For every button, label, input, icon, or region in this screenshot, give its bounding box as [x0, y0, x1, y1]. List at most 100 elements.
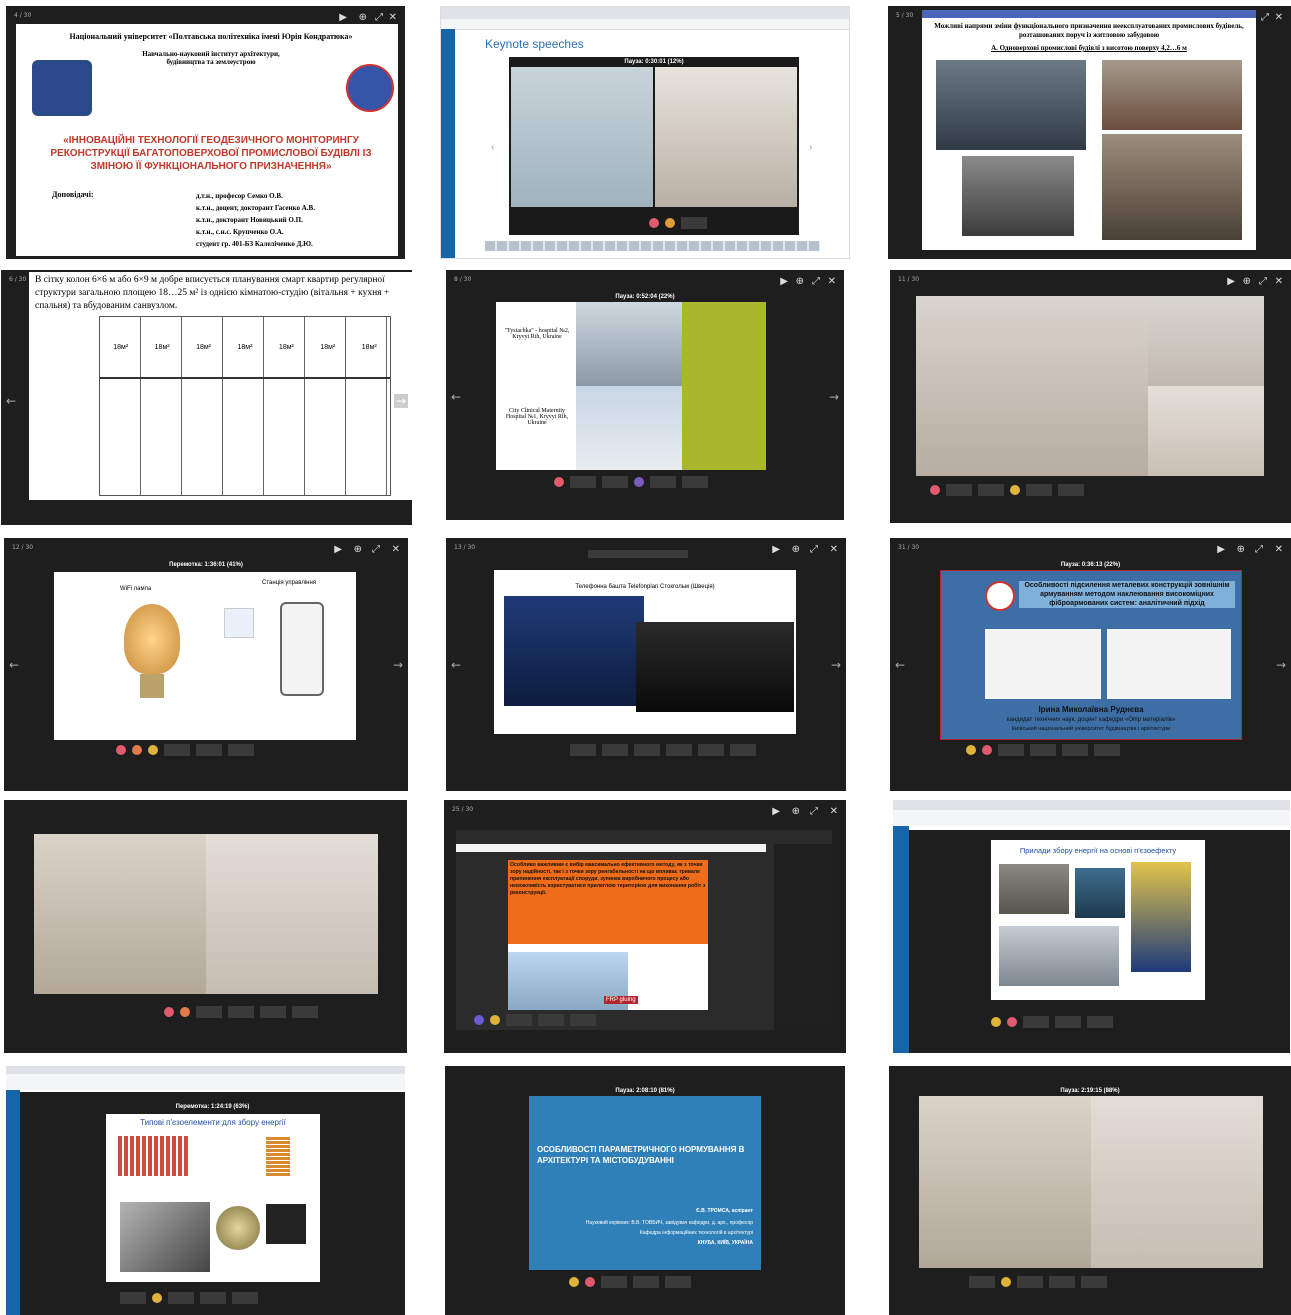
zoom-icon[interactable]: ⊕: [796, 276, 804, 287]
bulb-base: [140, 674, 164, 698]
smart-lamp-slide: WiFi лампа Станція управління: [54, 572, 356, 740]
participant-thumb: [633, 1276, 659, 1288]
carousel-next-icon[interactable]: ›: [809, 142, 812, 153]
coin-cell-photo: [216, 1206, 260, 1250]
notification-bar: [588, 550, 688, 558]
next-slide-icon[interactable]: →: [829, 390, 839, 404]
speaker-name: Ірина Миколаївна Руднєва: [1038, 705, 1144, 714]
play-icon[interactable]: ▶: [334, 544, 342, 555]
screenshot-tile-2: Keynote speeches Пауза: 0:30:01 (12%) ‹ …: [440, 6, 850, 259]
zoom-icon[interactable]: ⊕: [359, 12, 367, 23]
thumbnail-strip: [485, 241, 820, 251]
participant-video-right: [1091, 1096, 1263, 1268]
slide-counter: 5 / 30: [896, 12, 914, 19]
screenshot-tile-9: 31 / 30 ▶ ⊕ ⤢ ✕ Пауза: 0:36:13 (22%) Осо…: [890, 538, 1291, 791]
bridge-slide: Особливо важливим є вибір максимально еф…: [508, 860, 708, 1010]
piezo-photo-3: [1131, 862, 1191, 972]
fullscreen-icon[interactable]: ⤢: [810, 544, 818, 555]
zoom-icon[interactable]: ⊕: [1237, 544, 1245, 555]
participant-thumb: [168, 1292, 194, 1304]
frp-badge: FRP gluing: [604, 996, 638, 1004]
screenshot-tile-14: Пауза: 2:08:10 (81%) ОСОБЛИВОСТІ ПАРАМЕТ…: [445, 1066, 845, 1315]
zoom-icon[interactable]: ⊕: [354, 544, 362, 555]
close-icon[interactable]: ✕: [1275, 12, 1283, 23]
participant-thumb: [200, 1292, 226, 1304]
carousel-prev-icon[interactable]: ‹: [491, 142, 494, 153]
participant-thumb: [1055, 1016, 1081, 1028]
participant-thumb: [650, 476, 676, 488]
play-icon[interactable]: ▶: [1217, 544, 1225, 555]
participant-thumb: [1030, 744, 1056, 756]
prev-slide-icon[interactable]: ←: [895, 658, 905, 672]
fullscreen-icon[interactable]: ⤢: [810, 806, 818, 817]
zoom-icon[interactable]: ⊕: [1243, 276, 1251, 287]
slide-author: Є.В. ТРОМСА, аспірант: [696, 1208, 753, 1214]
participant-thumb: [570, 476, 596, 488]
avatar: [585, 1277, 595, 1287]
next-slide-icon[interactable]: →: [1276, 658, 1286, 672]
next-slide-icon[interactable]: →: [393, 394, 408, 408]
fullscreen-icon[interactable]: ⤢: [1255, 544, 1263, 555]
close-icon[interactable]: ✕: [828, 276, 836, 287]
close-icon[interactable]: ✕: [1275, 276, 1283, 287]
participant-strip: [164, 1004, 318, 1020]
close-icon[interactable]: ✕: [392, 544, 400, 555]
zoom-icon[interactable]: ⊕: [792, 544, 800, 555]
close-icon[interactable]: ✕: [830, 544, 838, 555]
screenshot-tile-5: 8 / 30 ▶ ⊕ ⤢ ✕ Пауза: 0:52:04 (22%) "Tys…: [446, 270, 844, 520]
slide-text: В сітку колон 6×6 м або 6×9 м добре впис…: [35, 275, 390, 311]
slide-counter: 25 / 30: [452, 806, 474, 813]
meeting-window: Особливо важливим є вибір максимально еф…: [456, 830, 832, 1030]
beam-drawing: [1107, 629, 1231, 699]
next-slide-icon[interactable]: →: [831, 658, 841, 672]
avatar: [1007, 1017, 1017, 1027]
play-icon[interactable]: ▶: [780, 276, 788, 287]
participant-thumb: [1023, 1016, 1049, 1028]
participant-thumb: [634, 744, 660, 756]
speaker-position: кандидат технічних наук, доцент кафедри …: [1006, 717, 1176, 723]
participant-thumb: [978, 484, 1004, 496]
play-icon[interactable]: ▶: [339, 12, 347, 23]
wifi-lamp-label: WiFi лампа: [120, 586, 152, 592]
fullscreen-icon[interactable]: ⤢: [372, 544, 380, 555]
prev-slide-icon[interactable]: ←: [6, 394, 16, 408]
slide-dept: Кафедра інформаційних технологій в архіт…: [639, 1230, 753, 1236]
control-station-label: Станція управління: [262, 580, 317, 586]
avatar: [649, 218, 659, 228]
fullscreen-icon[interactable]: ⤢: [812, 276, 820, 287]
app-store-icon: [224, 608, 254, 638]
zoom-icon[interactable]: ⊕: [792, 806, 800, 817]
fullscreen-icon[interactable]: ⤢: [1261, 12, 1269, 23]
prev-slide-icon[interactable]: ←: [9, 658, 19, 672]
participant-strip: [966, 742, 1120, 758]
close-icon[interactable]: ✕: [389, 12, 397, 23]
fullscreen-icon[interactable]: ⤢: [375, 12, 383, 23]
pause-label: Пауза: 0:52:04 (22%): [615, 294, 675, 300]
prev-slide-icon[interactable]: ←: [451, 658, 461, 672]
slide-city: КНУБА, КИЇВ, УКРАЇНА: [697, 1240, 753, 1246]
close-icon[interactable]: ✕: [1275, 544, 1283, 555]
play-icon[interactable]: ▶: [772, 544, 780, 555]
room-label: 18м²: [320, 343, 336, 351]
participant-thumb: [292, 1006, 318, 1018]
avatar: [991, 1017, 1001, 1027]
next-slide-icon[interactable]: →: [393, 658, 403, 672]
slide-counter: 8 / 30: [454, 276, 472, 283]
participant-strip: [554, 474, 708, 490]
keynote-heading: Keynote speeches: [485, 37, 584, 51]
hospital-photo-2: [576, 386, 682, 470]
info-banner: [456, 844, 766, 852]
participant-thumb: [570, 744, 596, 756]
participant-thumb: [196, 1006, 222, 1018]
fullscreen-icon[interactable]: ⤢: [1259, 276, 1267, 287]
windows-taskbar: [441, 29, 455, 258]
play-icon[interactable]: ▶: [772, 806, 780, 817]
avatar: [982, 745, 992, 755]
close-icon[interactable]: ✕: [830, 806, 838, 817]
black-chip-photo: [266, 1204, 306, 1244]
room-label: 18м²: [237, 343, 253, 351]
participant-thumb: [969, 1276, 995, 1288]
participants-panel[interactable]: [774, 844, 832, 1030]
play-icon[interactable]: ▶: [1227, 276, 1235, 287]
prev-slide-icon[interactable]: ←: [451, 390, 461, 404]
